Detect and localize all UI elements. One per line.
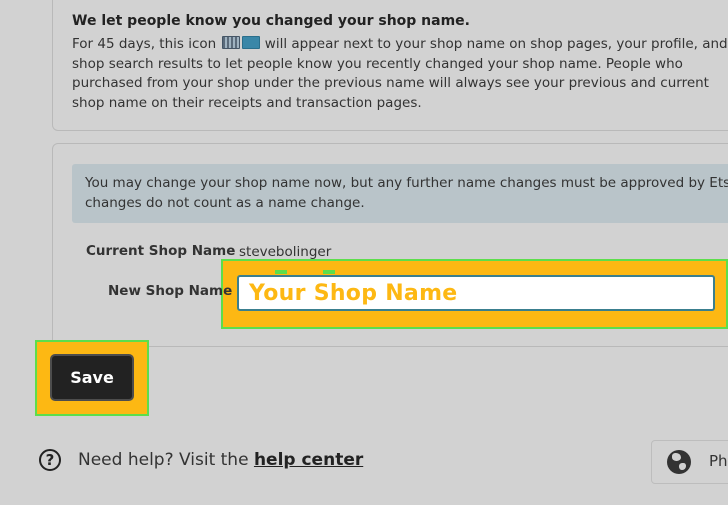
name-change-icon xyxy=(221,36,240,49)
globe-icon xyxy=(667,450,691,474)
new-shop-name-label: New Shop Name xyxy=(108,283,233,299)
notice-line-2: shop search results to let people know y… xyxy=(72,55,683,72)
current-shop-name-label: Current Shop Name xyxy=(86,243,236,259)
save-button[interactable]: Save xyxy=(52,356,132,399)
language-region-label: Ph xyxy=(709,452,728,470)
info-banner-text: You may change your shop name now, but a… xyxy=(85,174,728,213)
help-text: Need help? Visit the help center xyxy=(78,450,364,470)
notice-line-4: shop name on their receipts and transact… xyxy=(72,94,422,111)
shop-icon xyxy=(241,36,260,49)
info-line-1: You may change your shop name now, but a… xyxy=(85,175,728,191)
notice-line-1: For 45 days, this icon will appear next … xyxy=(72,36,728,52)
current-shop-name-value: stevebolinger xyxy=(239,244,332,260)
highlight-marker xyxy=(323,270,335,274)
help-center-link[interactable]: help center xyxy=(254,450,363,470)
notice-body: For 45 days, this icon will appear next … xyxy=(72,35,728,113)
notice-title: We let people know you changed your shop… xyxy=(72,13,470,29)
highlight-marker xyxy=(275,270,287,274)
help-question-icon: ? xyxy=(39,449,61,471)
new-shop-name-input[interactable]: Your Shop Name xyxy=(237,275,715,311)
notice-line-3: purchased from your shop under the previ… xyxy=(72,75,709,91)
info-line-2: changes do not count as a name change. xyxy=(85,194,365,211)
